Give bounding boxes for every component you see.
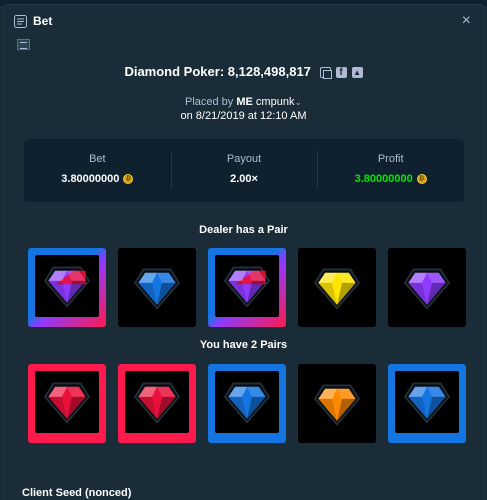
stat-label: Payout bbox=[226, 153, 262, 165]
modal-title: Bet bbox=[33, 14, 53, 28]
user-badge: ME bbox=[236, 96, 253, 108]
bet-stats: Bet 3.80000000 ₿ Payout 2.00× Profit 3.8… bbox=[24, 139, 464, 202]
close-icon[interactable]: × bbox=[462, 12, 471, 30]
dealer-gems-row bbox=[24, 248, 466, 327]
gem-slot bbox=[298, 364, 376, 443]
placed-prefix: Placed by bbox=[184, 96, 234, 108]
gem-slot bbox=[395, 371, 459, 433]
bet-modal: Bet × Diamond Poker: 8,128,498,817 f ▲ P… bbox=[3, 4, 484, 500]
gem-card bbox=[298, 364, 376, 443]
gem-card bbox=[388, 364, 466, 443]
player-result-label: You have 2 Pairs bbox=[199, 339, 288, 351]
copy-icon[interactable] bbox=[319, 67, 332, 79]
bet-date: on 8/21/2019 at 12:10 AM bbox=[180, 110, 307, 122]
gem-card bbox=[298, 248, 376, 327]
red-diamond-icon bbox=[43, 382, 91, 424]
yellow-diamond-icon bbox=[313, 268, 361, 310]
placed-by: Placed by ME cmpunk⌄ bbox=[4, 96, 483, 108]
orange-diamond-icon bbox=[313, 384, 361, 426]
stat-payout: Payout 2.00× bbox=[170, 139, 318, 202]
gem-card bbox=[28, 248, 106, 327]
gem-slot bbox=[125, 371, 189, 433]
game-name: Diamond Poker bbox=[124, 64, 220, 79]
gem-slot bbox=[118, 248, 196, 327]
bet-details-icon[interactable] bbox=[17, 39, 30, 50]
facebook-icon[interactable]: f bbox=[335, 67, 347, 78]
stat-bet: Bet 3.80000000 ₿ bbox=[24, 139, 171, 202]
gem-slot bbox=[35, 371, 99, 433]
profit-amount: 3.80000000 bbox=[354, 173, 413, 185]
stat-value: 2.00× bbox=[171, 173, 318, 185]
gem-card bbox=[118, 248, 196, 327]
modal-header: Bet × bbox=[4, 5, 483, 35]
gem-slot bbox=[35, 255, 99, 317]
bet-amount: 3.80000000 bbox=[61, 173, 120, 185]
blue-diamond-icon bbox=[223, 382, 271, 424]
gem-slot bbox=[215, 255, 279, 317]
payout-multiplier: 2.00× bbox=[230, 173, 258, 185]
gem-card bbox=[208, 248, 286, 327]
bitcoin-coin-icon: ₿ bbox=[123, 174, 134, 184]
gem-card bbox=[388, 248, 466, 327]
gem-slot bbox=[388, 248, 466, 327]
title-separator: : bbox=[219, 64, 228, 79]
stat-label: Bet bbox=[89, 153, 106, 165]
gem-slot bbox=[298, 248, 376, 327]
violet-diamond-icon bbox=[403, 268, 451, 310]
gem-card bbox=[118, 364, 196, 443]
blue-diamond-icon bbox=[133, 268, 181, 310]
player-gems-row bbox=[24, 364, 466, 443]
stat-profit: Profit 3.80000000 ₿ bbox=[317, 139, 464, 202]
dealer-result-label: Dealer has a Pair bbox=[199, 224, 288, 236]
gem-slot bbox=[215, 371, 279, 433]
purple-diamond-icon bbox=[223, 266, 271, 308]
bet-receipt-icon bbox=[14, 15, 27, 28]
purple-diamond-icon bbox=[43, 266, 91, 308]
gem-card bbox=[28, 364, 106, 443]
chevron-down-icon[interactable]: ⌄ bbox=[294, 97, 302, 107]
game-title: Diamond Poker: 8,128,498,817 f ▲ bbox=[4, 64, 483, 79]
gem-card bbox=[208, 364, 286, 443]
bitcoin-coin-icon: ₿ bbox=[416, 174, 427, 184]
stat-value: 3.80000000 ₿ bbox=[317, 173, 464, 185]
twitter-icon[interactable]: ▲ bbox=[351, 67, 363, 78]
username-link[interactable]: cmpunk bbox=[256, 96, 295, 108]
blue-diamond-icon bbox=[403, 382, 451, 424]
stat-label: Profit bbox=[377, 153, 404, 165]
red-diamond-icon bbox=[133, 382, 181, 424]
bet-id: 8,128,498,817 bbox=[227, 64, 311, 79]
stat-value: 3.80000000 ₿ bbox=[24, 173, 171, 185]
client-seed-label: Client Seed (nonced) bbox=[22, 487, 132, 499]
